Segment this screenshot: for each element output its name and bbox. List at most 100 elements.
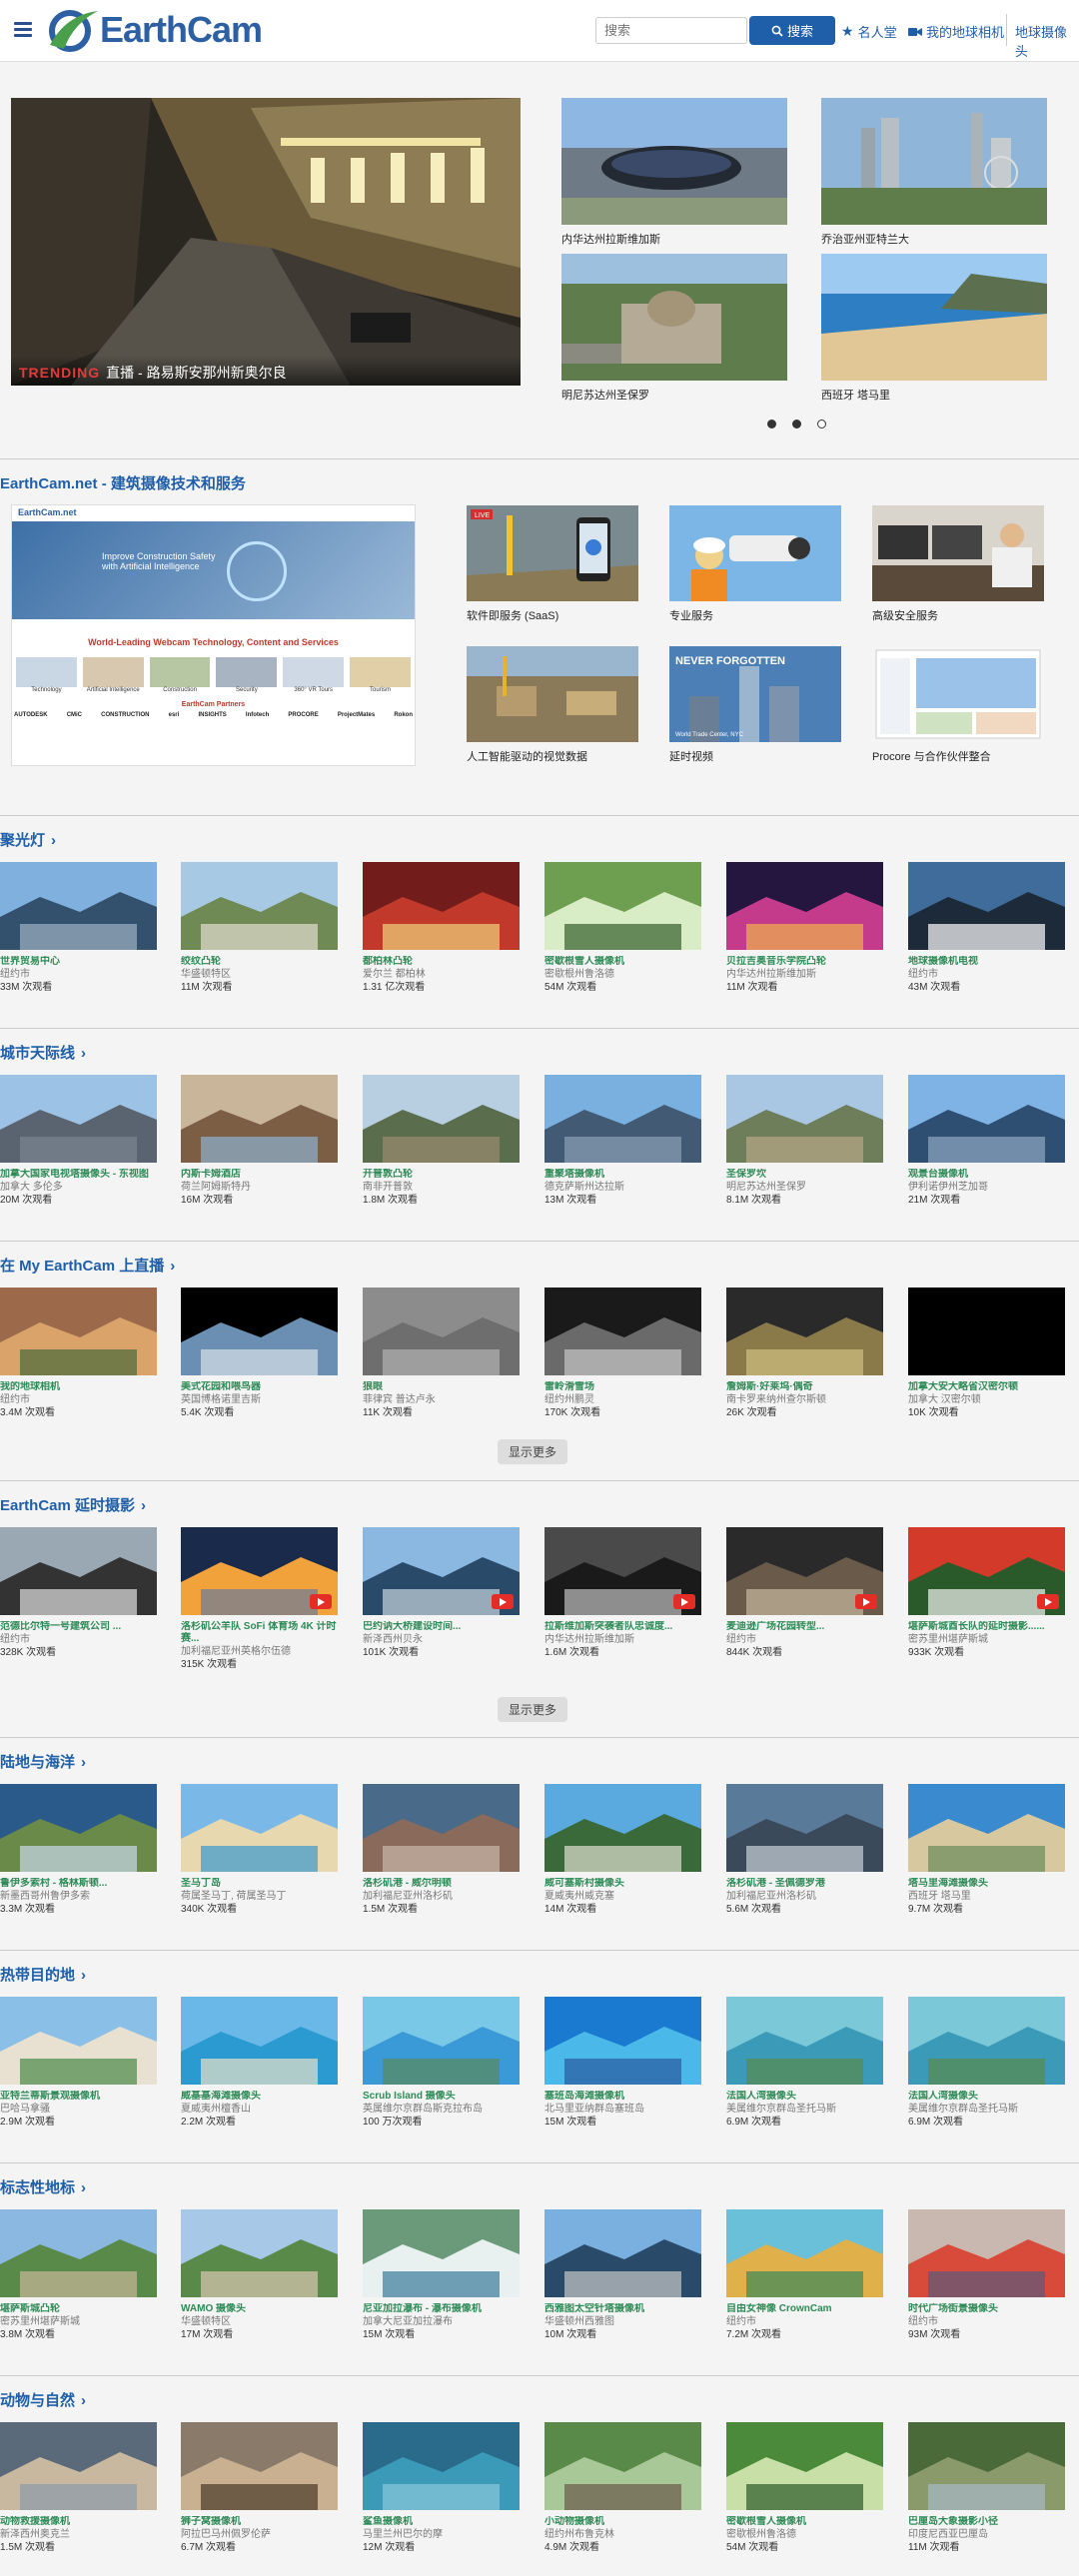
camera-tile[interactable]: 堪萨斯城酋长队的延时摄影...... 密苏里州堪萨斯城 933K 次观看 (908, 1527, 1065, 1660)
service-card[interactable]: 人工智能驱动的视觉数据 (467, 646, 638, 764)
camera-name[interactable]: 重聚塔摄像机 (544, 1169, 701, 1181)
camera-name[interactable]: 密歇根雪人摄像机 (726, 2516, 883, 2528)
camera-name[interactable]: 洛杉矶公羊队 SoFi 体育场 4K 计时赛... (181, 1621, 338, 1645)
section-title[interactable]: EarthCam 延时摄影 › (0, 1494, 146, 1515)
camera-name[interactable]: 法国人湾摄像头 (726, 2091, 883, 2103)
camera-tile[interactable]: 范德比尔特一号建筑公司 ... 纽约市 328K 次观看 (0, 1527, 157, 1660)
camera-tile[interactable]: 狼眼 菲律宾 普达卢永 11K 次观看 (363, 1288, 520, 1420)
camera-tile[interactable]: 西雅图太空针塔摄像机 华盛顿州西雅图 10M 次观看 (544, 2209, 701, 2342)
camera-tile[interactable]: 小动物摄像机 纽约州布鲁克林 4.9M 次观看 (544, 2422, 701, 2555)
youtube-play-icon[interactable] (310, 1594, 332, 1609)
camera-tile[interactable]: 洛杉矶港 - 圣佩德罗港 加利福尼亚州洛杉矶 5.6M 次观看 (726, 1784, 883, 1917)
featured-card[interactable]: 乔治亚州亚特兰大 (821, 98, 1047, 247)
camera-name[interactable]: 时代广场街景摄像头 (908, 2303, 1065, 2315)
service-card[interactable]: NEVER FORGOTTEN World Trade Center, NYC 延… (669, 646, 841, 764)
hero-player[interactable]: TRENDING 直播 - 路易斯安那州新奥尔良 (11, 98, 521, 386)
youtube-play-icon[interactable] (1037, 1594, 1059, 1609)
camera-tile[interactable]: 密歇根雪人摄像机 密歇根州鲁洛德 54M 次观看 (726, 2422, 883, 2555)
camera-name[interactable]: 堪萨斯城酋长队的延时摄影...... (908, 1621, 1065, 1633)
camera-tile[interactable]: 绞纹凸轮 华盛顿特区 11M 次观看 (181, 862, 338, 995)
camera-name[interactable]: 鲁伊多索村 - 格林斯顿... (0, 1878, 157, 1890)
camera-name[interactable]: 詹姆斯·好莱坞·偶奇 (726, 1381, 883, 1393)
camera-name[interactable]: 加拿大国家电视塔摄像头 - 东视图 (0, 1169, 157, 1181)
earthcam-logo[interactable]: EarthCam (46, 4, 263, 56)
camera-name[interactable]: 地球摄像机电视 (908, 956, 1065, 968)
camera-name[interactable]: 威可塞斯村摄像头 (544, 1878, 701, 1890)
earthcam-net-screenshot[interactable]: EarthCam.net Improve Construction Safety… (11, 504, 416, 766)
camera-tile[interactable]: 圣马丁岛 荷属圣马丁, 荷属圣马丁 340K 次观看 (181, 1784, 338, 1917)
camera-tile[interactable]: 加拿大国家电视塔摄像头 - 东视图 加拿大 多伦多 20M 次观看 (0, 1075, 157, 1208)
show-more-button[interactable]: 显示更多 (498, 1439, 567, 1464)
camera-name[interactable]: 堪萨斯城凸轮 (0, 2303, 157, 2315)
camera-name[interactable]: 我的地球相机 (0, 1381, 157, 1393)
camera-tile[interactable]: 美式花园和喂鸟器 英国博格诺里吉斯 5.4K 次观看 (181, 1288, 338, 1420)
show-more-button[interactable]: 显示更多 (498, 1697, 567, 1722)
camera-name[interactable]: 西雅图太空针塔摄像机 (544, 2303, 701, 2315)
search-input[interactable] (595, 17, 747, 44)
camera-tile[interactable]: 塔马里海滩摄像头 西班牙 塔马里 9.7M 次观看 (908, 1784, 1065, 1917)
camera-tile[interactable]: 巴厘岛大象摄影小径 印度尼西亚巴厘岛 11M 次观看 (908, 2422, 1065, 2555)
camera-tile[interactable]: 威可塞斯村摄像头 夏威夷州威克塞 14M 次观看 (544, 1784, 701, 1917)
camera-name[interactable]: 密歇根雪人摄像机 (544, 956, 701, 968)
nav-my-earthcam[interactable]: 我的地球相机 (908, 22, 1004, 41)
camera-tile[interactable]: 密歇根雪人摄像机 密歇根州鲁洛德 54M 次观看 (544, 862, 701, 995)
camera-tile[interactable]: 世界贸易中心 纽约市 33M 次观看 (0, 862, 157, 995)
camera-tile[interactable]: 亚特兰蒂斯景观摄像机 巴哈马拿骚 2.9M 次观看 (0, 1997, 157, 2130)
service-card[interactable]: 专业服务 (669, 505, 841, 623)
camera-name[interactable]: 洛杉矶港 - 威尔明顿 (363, 1878, 520, 1890)
camera-name[interactable]: 圣保罗坎 (726, 1169, 883, 1181)
camera-name[interactable]: 内斯卡姆酒店 (181, 1169, 338, 1181)
camera-tile[interactable]: 都柏林凸轮 爱尔兰 都柏林 1.31 亿次观看 (363, 862, 520, 995)
section-title[interactable]: 在 My EarthCam 上直播 › (0, 1255, 175, 1276)
camera-tile[interactable]: 圣保罗坎 明尼苏达州圣保罗 8.1M 次观看 (726, 1075, 883, 1208)
carousel-dot[interactable] (792, 420, 801, 429)
camera-name[interactable]: 塔马里海滩摄像头 (908, 1878, 1065, 1890)
section-title[interactable]: 陆地与海洋 › (0, 1751, 86, 1772)
service-card[interactable]: LIVE 软件即服务 (SaaS) (467, 505, 638, 623)
youtube-play-icon[interactable] (673, 1594, 695, 1609)
camera-tile[interactable]: 鲨鱼摄像机 马里兰州巴尔的摩 12M 次观看 (363, 2422, 520, 2555)
camera-tile[interactable]: 加拿大安大略省汉密尔顿 加拿大 汉密尔顿 10K 次观看 (908, 1288, 1065, 1420)
camera-tile[interactable]: 麦迪逊广场花园转型... 纽约市 844K 次观看 (726, 1527, 883, 1660)
camera-name[interactable]: 亚特兰蒂斯景观摄像机 (0, 2091, 157, 2103)
camera-tile[interactable]: 我的地球相机 纽约市 3.4M 次观看 (0, 1288, 157, 1420)
carousel-dot[interactable] (767, 420, 776, 429)
camera-name[interactable]: 美式花园和喂鸟器 (181, 1381, 338, 1393)
camera-tile[interactable]: 地球摄像机电视 纽约市 43M 次观看 (908, 862, 1065, 995)
camera-tile[interactable]: 观景台摄像机 伊利诺伊州芝加哥 21M 次观看 (908, 1075, 1065, 1208)
featured-card[interactable]: 西班牙 塔马里 (821, 254, 1047, 403)
youtube-play-icon[interactable] (492, 1594, 514, 1609)
camera-name[interactable]: 法国人湾摄像头 (908, 2091, 1065, 2103)
camera-tile[interactable]: 时代广场街景摄像头 纽约市 93M 次观看 (908, 2209, 1065, 2342)
camera-tile[interactable]: 自由女神像 CrownCam 纽约市 7.2M 次观看 (726, 2209, 883, 2342)
menu-icon[interactable] (14, 22, 32, 38)
section-title[interactable]: 热带目的地 › (0, 1964, 86, 1985)
camera-name[interactable]: WAMO 摄像头 (181, 2303, 338, 2315)
camera-name[interactable]: 自由女神像 CrownCam (726, 2303, 883, 2315)
camera-tile[interactable]: 贝拉吉奥音乐学院凸轮 内华达州拉斯维加斯 11M 次观看 (726, 862, 883, 995)
camera-name[interactable]: 圣马丁岛 (181, 1878, 338, 1890)
camera-tile[interactable]: Scrub Island 摄像头 英属维尔京群岛斯克拉布岛 100 万次观看 (363, 1997, 520, 2130)
camera-name[interactable]: 巴约讷大桥建设时间... (363, 1621, 520, 1633)
camera-tile[interactable]: 巴约讷大桥建设时间... 新泽西州贝永 101K 次观看 (363, 1527, 520, 1660)
section-title-tech[interactable]: EarthCam.net - 建筑摄像技术和服务 (0, 472, 246, 493)
nav-hall-of-fame[interactable]: ★ 名人堂 (841, 22, 897, 41)
carousel-dot-active[interactable] (817, 420, 826, 429)
camera-name[interactable]: 威基基海滩摄像头 (181, 2091, 338, 2103)
camera-name[interactable]: 狮子窝摄像机 (181, 2516, 338, 2528)
camera-tile[interactable]: 鲁伊多索村 - 格林斯顿... 新墨西哥州鲁伊多索 3.3M 次观看 (0, 1784, 157, 1917)
camera-tile[interactable]: 威基基海滩摄像头 夏威夷州檀香山 2.2M 次观看 (181, 1997, 338, 2130)
section-title[interactable]: 动物与自然 › (0, 2389, 86, 2410)
camera-tile[interactable]: 洛杉矶港 - 威尔明顿 加利福尼亚州洛杉矶 1.5M 次观看 (363, 1784, 520, 1917)
camera-tile[interactable]: 重聚塔摄像机 德克萨斯州达拉斯 13M 次观看 (544, 1075, 701, 1208)
camera-tile[interactable]: 詹姆斯·好莱坞·偶奇 南卡罗来纳州查尔斯顿 26K 次观看 (726, 1288, 883, 1420)
camera-name[interactable]: 拉斯维加斯突袭者队忠诚度... (544, 1621, 701, 1633)
service-card[interactable]: 高级安全服务 (872, 505, 1044, 623)
camera-name[interactable]: Scrub Island 摄像头 (363, 2091, 520, 2103)
camera-name[interactable]: 开普敦凸轮 (363, 1169, 520, 1181)
camera-tile[interactable]: 塞班岛海滩摄像机 北马里亚纳群岛塞班岛 15M 次观看 (544, 1997, 701, 2130)
camera-name[interactable]: 都柏林凸轮 (363, 956, 520, 968)
camera-name[interactable]: 世界贸易中心 (0, 956, 157, 968)
camera-name[interactable]: 洛杉矶港 - 圣佩德罗港 (726, 1878, 883, 1890)
camera-name[interactable]: 绞纹凸轮 (181, 956, 338, 968)
